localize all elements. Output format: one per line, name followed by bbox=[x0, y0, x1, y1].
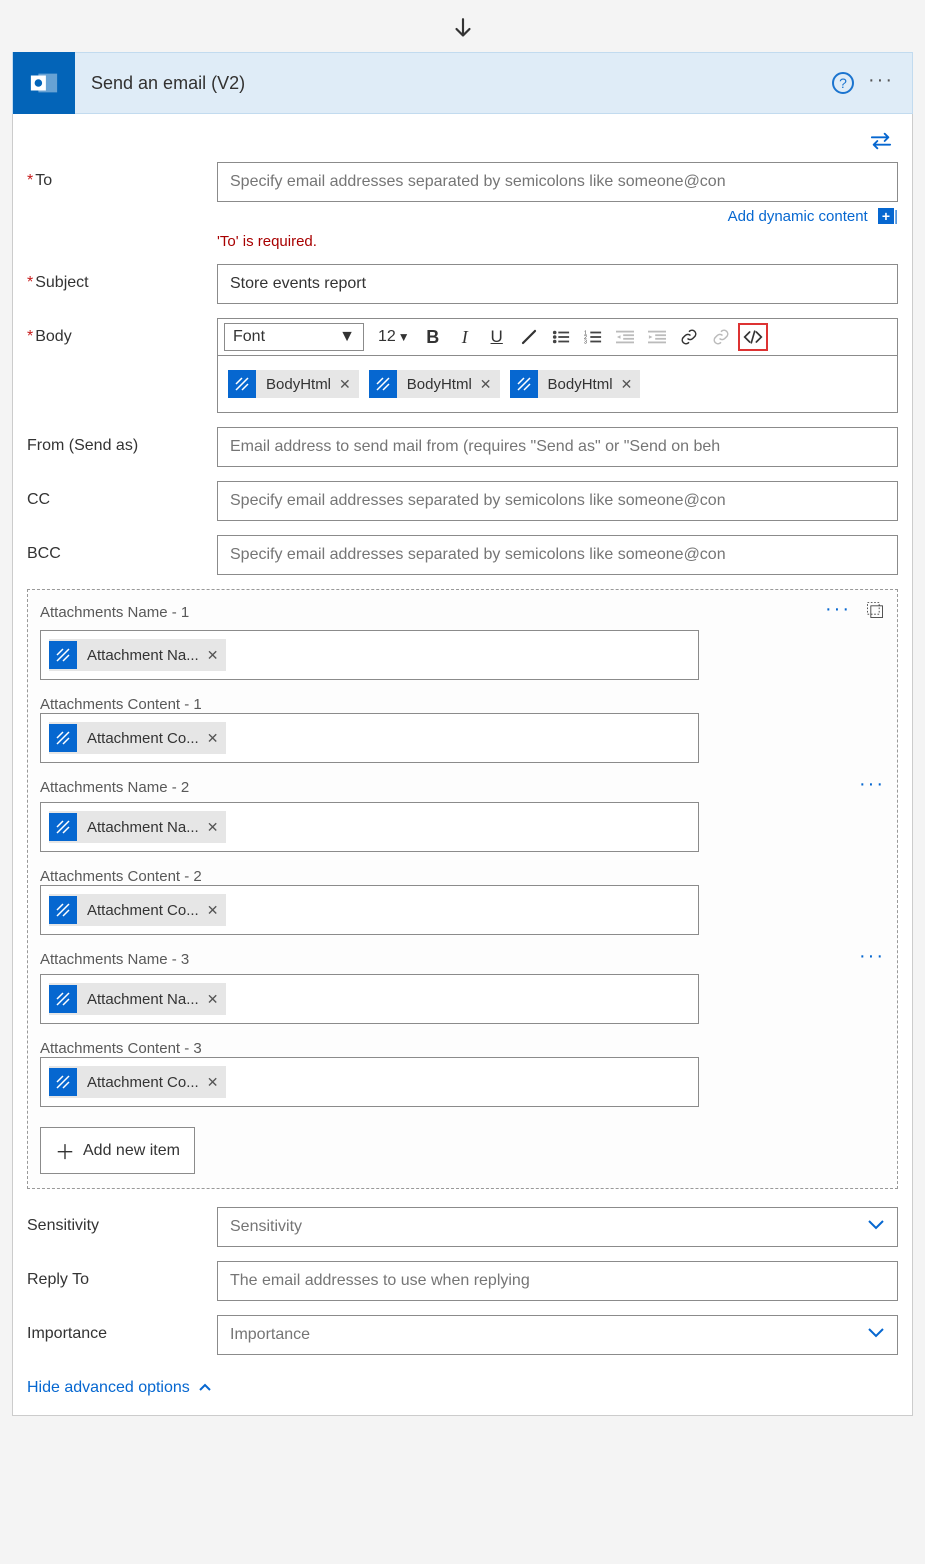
body-token[interactable]: BodyHtml✕ bbox=[510, 370, 641, 398]
attachment-name-2-input[interactable]: Attachment Na...✕ bbox=[40, 802, 699, 852]
underline-button[interactable]: U bbox=[482, 323, 512, 351]
subject-label: *Subject bbox=[27, 264, 217, 292]
attachment-content-1-label: Attachments Content - 1 bbox=[40, 696, 885, 713]
help-icon[interactable]: ? bbox=[832, 72, 854, 94]
rte-toolbar: Font▼ 12▼ B I U 123 bbox=[218, 319, 897, 356]
attachment-name-1-label: Attachments Name - 1 bbox=[40, 604, 189, 621]
attachment-name-1-input[interactable]: Attachment Na...✕ bbox=[40, 630, 699, 680]
indent-button[interactable] bbox=[642, 323, 672, 351]
action-title: Send an email (V2) bbox=[75, 73, 832, 94]
bold-button[interactable]: B bbox=[418, 323, 448, 351]
replyto-input[interactable] bbox=[217, 1261, 898, 1301]
attachment-token: Attachment Na...✕ bbox=[49, 983, 226, 1015]
chevron-down-icon bbox=[867, 1218, 885, 1236]
cc-label: CC bbox=[27, 481, 217, 509]
text-color-button[interactable] bbox=[514, 323, 544, 351]
subject-input[interactable] bbox=[217, 264, 898, 304]
code-view-button[interactable] bbox=[738, 323, 768, 351]
swap-icon[interactable] bbox=[870, 137, 892, 154]
chevron-up-icon bbox=[198, 1379, 212, 1397]
attachment-content-2-label: Attachments Content - 2 bbox=[40, 868, 885, 885]
bullet-list-button[interactable] bbox=[546, 323, 576, 351]
svg-text:3: 3 bbox=[584, 339, 587, 345]
font-size-select[interactable]: 12▼ bbox=[378, 328, 410, 346]
attachment-content-3-label: Attachments Content - 3 bbox=[40, 1040, 885, 1057]
remove-token-icon[interactable]: ✕ bbox=[207, 991, 219, 1008]
remove-token-icon[interactable]: ✕ bbox=[480, 376, 492, 393]
sensitivity-select[interactable]: Sensitivity bbox=[217, 1207, 898, 1247]
plus-icon: ＋ bbox=[55, 1136, 75, 1165]
remove-token-icon[interactable]: ✕ bbox=[207, 730, 219, 747]
remove-token-icon[interactable]: ✕ bbox=[621, 376, 633, 393]
attachment-name-3-input[interactable]: Attachment Na...✕ bbox=[40, 974, 699, 1024]
attachment-name-3-label: Attachments Name - 3 bbox=[40, 951, 189, 968]
remove-token-icon[interactable]: ✕ bbox=[207, 1074, 219, 1091]
attachment-token: Attachment Na...✕ bbox=[49, 811, 226, 843]
to-label: *To bbox=[27, 162, 217, 190]
attachment-content-1-input[interactable]: Attachment Co...✕ bbox=[40, 713, 699, 763]
attachment-item-menu[interactable]: ··· bbox=[859, 945, 885, 968]
from-label: From (Send as) bbox=[27, 427, 217, 455]
attachment-item-menu[interactable]: ··· bbox=[859, 773, 885, 796]
add-dynamic-content-link[interactable]: Add dynamic content bbox=[728, 208, 868, 225]
chevron-down-icon bbox=[867, 1326, 885, 1344]
body-editor: Font▼ 12▼ B I U 123 bbox=[217, 318, 898, 413]
to-error: 'To' is required. bbox=[217, 233, 898, 250]
importance-select[interactable]: Importance bbox=[217, 1315, 898, 1355]
remove-token-icon[interactable]: ✕ bbox=[207, 902, 219, 919]
body-token[interactable]: BodyHtml✕ bbox=[228, 370, 359, 398]
flow-arrow bbox=[12, 12, 913, 52]
italic-button[interactable]: I bbox=[450, 323, 480, 351]
bcc-label: BCC bbox=[27, 535, 217, 563]
attachment-content-2-input[interactable]: Attachment Co...✕ bbox=[40, 885, 699, 935]
to-input[interactable] bbox=[217, 162, 898, 202]
font-select[interactable]: Font▼ bbox=[224, 323, 364, 351]
dynamic-content-plus-icon[interactable]: + bbox=[878, 208, 894, 224]
bcc-input[interactable] bbox=[217, 535, 898, 575]
body-token[interactable]: BodyHtml✕ bbox=[369, 370, 500, 398]
attachment-token: Attachment Co...✕ bbox=[49, 1066, 226, 1098]
remove-token-icon[interactable]: ✕ bbox=[339, 376, 351, 393]
body-label: *Body bbox=[27, 318, 217, 346]
link-button[interactable] bbox=[674, 323, 704, 351]
outlook-icon bbox=[13, 52, 75, 114]
hide-advanced-options-link[interactable]: Hide advanced options bbox=[27, 1379, 212, 1397]
attachments-section: Attachments Name - 1 ··· Attachment Na..… bbox=[27, 589, 898, 1189]
add-new-item-button[interactable]: ＋ Add new item bbox=[40, 1127, 195, 1174]
attachment-token: Attachment Co...✕ bbox=[49, 894, 226, 926]
importance-label: Importance bbox=[27, 1315, 217, 1343]
attachment-item-menu[interactable]: ··· bbox=[825, 598, 851, 621]
numbered-list-button[interactable]: 123 bbox=[578, 323, 608, 351]
attachment-token: Attachment Co...✕ bbox=[49, 722, 226, 754]
action-card-header[interactable]: Send an email (V2) ? ··· bbox=[12, 52, 913, 114]
replyto-label: Reply To bbox=[27, 1261, 217, 1289]
outdent-button[interactable] bbox=[610, 323, 640, 351]
attachment-token: Attachment Na...✕ bbox=[49, 639, 226, 671]
unlink-button[interactable] bbox=[706, 323, 736, 351]
action-card-body: *To Add dynamic content +| 'To' is requi… bbox=[12, 114, 913, 1416]
body-content[interactable]: BodyHtml✕ BodyHtml✕ BodyHtml✕ bbox=[218, 356, 897, 412]
cc-input[interactable] bbox=[217, 481, 898, 521]
switch-array-icon[interactable] bbox=[865, 600, 885, 624]
attachment-name-2-label: Attachments Name - 2 bbox=[40, 779, 189, 796]
attachment-content-3-input[interactable]: Attachment Co...✕ bbox=[40, 1057, 699, 1107]
remove-token-icon[interactable]: ✕ bbox=[207, 647, 219, 664]
remove-token-icon[interactable]: ✕ bbox=[207, 819, 219, 836]
sensitivity-label: Sensitivity bbox=[27, 1207, 217, 1235]
from-input[interactable] bbox=[217, 427, 898, 467]
more-menu[interactable]: ··· bbox=[868, 69, 894, 92]
